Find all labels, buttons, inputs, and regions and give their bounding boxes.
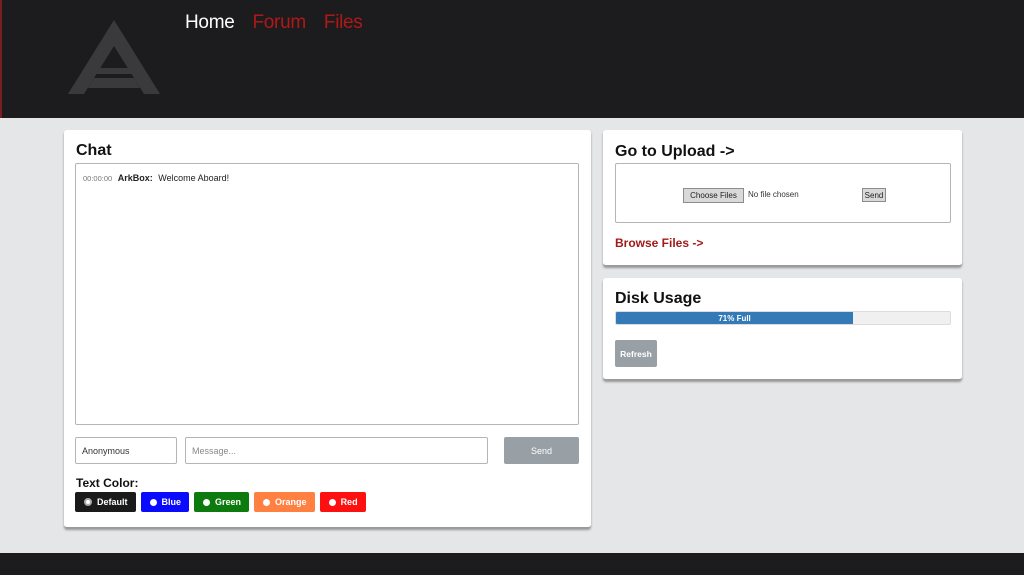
radio-icon bbox=[263, 498, 271, 506]
color-option-label: Green bbox=[215, 497, 242, 507]
message-user: ArkBox: bbox=[117, 173, 153, 183]
radio-icon bbox=[149, 498, 157, 506]
message-text: Welcome Aboard! bbox=[158, 173, 230, 183]
disk-usage-progress-fill: 71% Full bbox=[616, 312, 854, 324]
color-option-blue[interactable]: Blue bbox=[140, 492, 190, 512]
message-timestamp: 00:00:00 bbox=[83, 174, 113, 183]
color-option-label: Red bbox=[340, 497, 358, 507]
radio-icon bbox=[328, 498, 336, 506]
text-color-label: Text Color: bbox=[76, 476, 139, 490]
nav-files-link[interactable]: Files bbox=[324, 12, 363, 34]
browse-files-link[interactable]: Browse Files -> bbox=[615, 236, 703, 250]
chat-title: Chat bbox=[76, 142, 112, 159]
color-option-label: Blue bbox=[161, 497, 182, 507]
radio-icon bbox=[203, 498, 211, 506]
color-option-green[interactable]: Green bbox=[194, 492, 250, 512]
color-option-red[interactable]: Red bbox=[319, 492, 366, 512]
send-message-button[interactable]: Send bbox=[504, 437, 579, 464]
name-input[interactable] bbox=[75, 437, 177, 464]
refresh-button[interactable]: Refresh bbox=[615, 340, 657, 367]
chat-log[interactable]: 00:00:00 ArkBox: Welcome Aboard! bbox=[75, 163, 579, 425]
disk-usage-title: Disk Usage bbox=[615, 290, 702, 307]
footer bbox=[0, 553, 1024, 575]
nav-forum-link[interactable]: Forum bbox=[252, 12, 306, 34]
chat-panel: Chat 00:00:00 ArkBox: Welcome Aboard! Se… bbox=[64, 130, 591, 528]
text-color-options: Default Blue Green Orange Red bbox=[75, 492, 371, 512]
disk-usage-panel: Disk Usage 71% Full Refresh bbox=[603, 278, 962, 380]
radio-selected-icon bbox=[84, 498, 92, 506]
color-option-default[interactable]: Default bbox=[75, 492, 136, 512]
color-option-orange[interactable]: Orange bbox=[254, 492, 315, 512]
upload-send-button[interactable]: Send bbox=[862, 188, 886, 202]
color-option-label: Default bbox=[97, 497, 128, 507]
upload-form: Choose Files No file chosen Send bbox=[615, 163, 951, 223]
color-option-label: Orange bbox=[275, 497, 307, 507]
disk-usage-progress-bar: 71% Full bbox=[615, 311, 951, 325]
choose-files-button[interactable]: Choose Files bbox=[683, 188, 744, 203]
message-input[interactable] bbox=[185, 437, 488, 464]
header: Home Forum Files bbox=[0, 0, 1024, 118]
file-status-text: No file chosen bbox=[748, 190, 799, 199]
upload-panel: Go to Upload -> Choose Files No file cho… bbox=[603, 130, 962, 266]
main-nav: Home Forum Files bbox=[185, 12, 381, 34]
chat-message: 00:00:00 ArkBox: Welcome Aboard! bbox=[83, 173, 571, 183]
upload-title[interactable]: Go to Upload -> bbox=[615, 143, 735, 161]
nav-home-link[interactable]: Home bbox=[185, 12, 235, 34]
ark-logo-icon bbox=[68, 20, 160, 94]
